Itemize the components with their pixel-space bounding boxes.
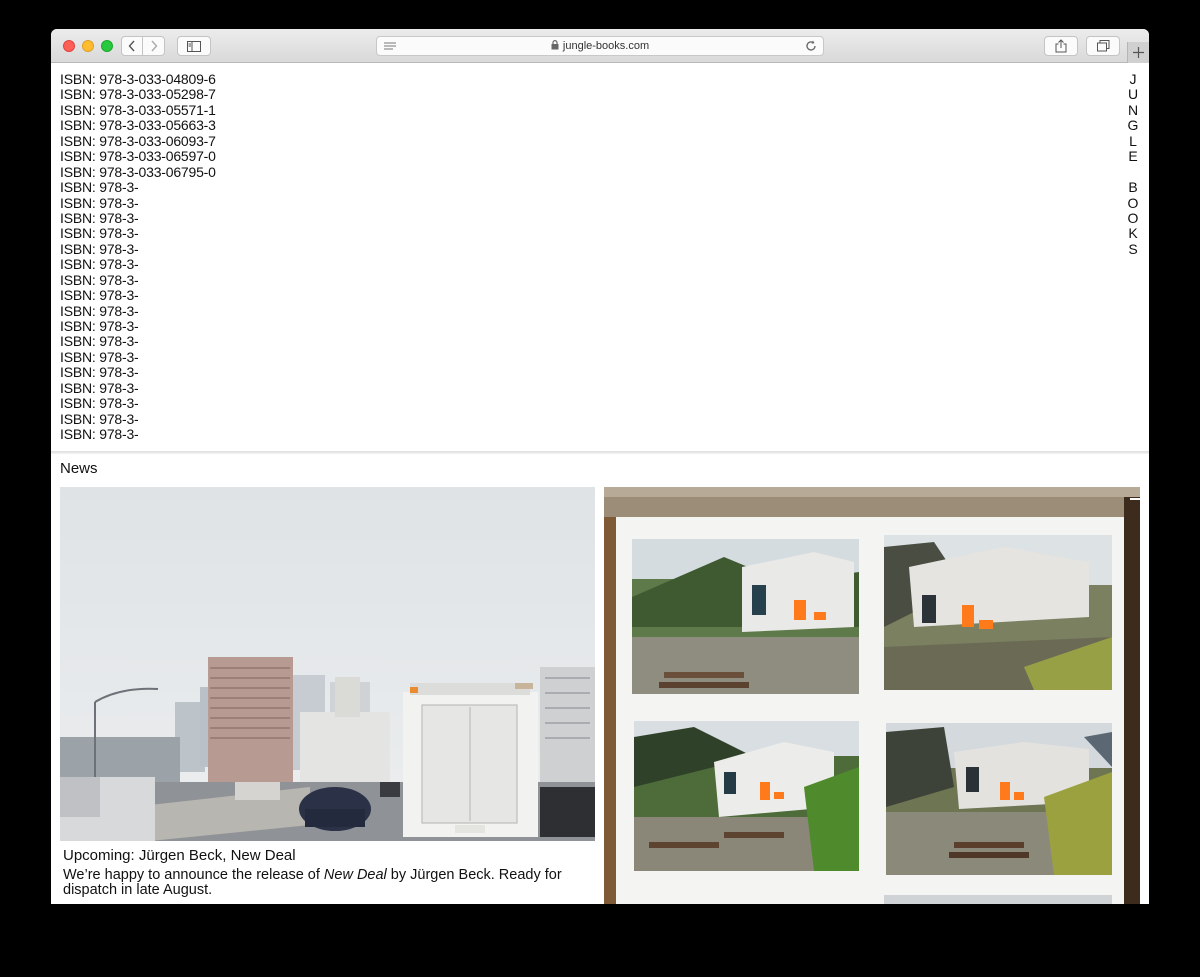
forward-button[interactable] bbox=[143, 36, 165, 56]
share-icon bbox=[1055, 39, 1067, 53]
logo-letter: G bbox=[1127, 117, 1139, 134]
news-item-title[interactable]: Upcoming: Jürgen Beck, New Deal bbox=[63, 847, 296, 864]
logo-letter: E bbox=[1128, 148, 1138, 165]
isbn-item[interactable]: ISBN: 978-3- bbox=[60, 241, 216, 257]
news-item-body: We’re happy to announce the release of N… bbox=[63, 868, 583, 898]
isbn-item[interactable]: ISBN: 978-3- bbox=[60, 272, 216, 288]
new-tab-button[interactable] bbox=[1127, 42, 1149, 63]
logo-letter: L bbox=[1129, 132, 1137, 149]
tabs-overview-button[interactable] bbox=[1086, 36, 1120, 56]
isbn-item[interactable]: ISBN: 978-3-033-05571-1 bbox=[60, 102, 216, 118]
isbn-item[interactable]: ISBN: 978-3- bbox=[60, 195, 216, 211]
isbn-item[interactable]: ISBN: 978-3- bbox=[60, 395, 216, 411]
isbn-item[interactable]: ISBN: 978-3- bbox=[60, 210, 216, 226]
browser-window: jungle-books.com ISBN: 978-3-033-04809-6… bbox=[51, 29, 1149, 904]
isbn-item[interactable]: ISBN: 978-3- bbox=[60, 179, 216, 195]
news-body-book-title: New Deal bbox=[323, 867, 387, 883]
isbn-item[interactable]: ISBN: 978-3- bbox=[60, 333, 216, 349]
building-photo-4 bbox=[886, 723, 1112, 875]
logo-letter: O bbox=[1127, 209, 1139, 226]
logo-letter: B bbox=[1128, 179, 1138, 196]
isbn-list: ISBN: 978-3-033-04809-6 ISBN: 978-3-033-0… bbox=[60, 71, 216, 443]
photo-board bbox=[604, 487, 1140, 904]
share-button[interactable] bbox=[1044, 36, 1078, 56]
logo-letter bbox=[1127, 165, 1139, 180]
plus-icon bbox=[1133, 47, 1144, 58]
sidebar-button[interactable] bbox=[177, 36, 211, 56]
news-body-part-1: We’re happy to announce the release of bbox=[63, 867, 324, 883]
isbn-item[interactable]: ISBN: 978-3- bbox=[60, 380, 216, 396]
isbn-item[interactable]: ISBN: 978-3- bbox=[60, 287, 216, 303]
isbn-item[interactable]: ISBN: 978-3- bbox=[60, 256, 216, 272]
isbn-item[interactable]: ISBN: 978-3- bbox=[60, 426, 216, 442]
minimize-window-button[interactable] bbox=[82, 40, 94, 52]
logo-letter: K bbox=[1128, 225, 1138, 242]
isbn-item[interactable]: ISBN: 978-3- bbox=[60, 364, 216, 380]
isbn-item[interactable]: ISBN: 978-3-033-05298-7 bbox=[60, 86, 216, 102]
logo-letter: N bbox=[1127, 101, 1139, 118]
url-text: jungle-books.com bbox=[562, 40, 650, 52]
section-divider bbox=[51, 451, 1149, 454]
chevron-left-icon bbox=[128, 40, 135, 52]
building-photo-2 bbox=[884, 535, 1112, 690]
logo-letter: S bbox=[1128, 240, 1138, 257]
news-heading: News bbox=[60, 460, 98, 477]
zoom-window-button[interactable] bbox=[101, 40, 113, 52]
isbn-item[interactable]: ISBN: 978-3-033-04809-6 bbox=[60, 71, 216, 87]
back-button[interactable] bbox=[121, 36, 143, 56]
isbn-item[interactable]: ISBN: 978-3-033-05663-3 bbox=[60, 117, 216, 133]
jungle-books-logo[interactable]: JUNGLE BOOKS bbox=[1127, 71, 1139, 257]
sidebar-icon bbox=[187, 40, 201, 52]
address-bar[interactable]: jungle-books.com bbox=[376, 36, 824, 56]
isbn-item[interactable]: ISBN: 978-3-033-06795-0 bbox=[60, 164, 216, 180]
news-image-highway[interactable] bbox=[60, 487, 595, 841]
chevron-right-icon bbox=[150, 40, 157, 52]
close-window-button[interactable] bbox=[63, 40, 75, 52]
isbn-item[interactable]: ISBN: 978-3- bbox=[60, 411, 216, 427]
browser-toolbar: jungle-books.com bbox=[51, 29, 1149, 63]
isbn-item[interactable]: ISBN: 978-3-033-06597-0 bbox=[60, 148, 216, 164]
highway-photo bbox=[60, 487, 595, 841]
tabs-icon bbox=[1096, 40, 1109, 52]
building-photo-1 bbox=[632, 539, 859, 694]
page-content: ISBN: 978-3-033-04809-6 ISBN: 978-3-033-0… bbox=[51, 63, 1149, 904]
logo-letter: J bbox=[1129, 71, 1137, 87]
isbn-item[interactable]: ISBN: 978-3- bbox=[60, 225, 216, 241]
address-url: jungle-books.com bbox=[377, 40, 823, 52]
building-photo-3 bbox=[634, 721, 859, 871]
logo-letter: O bbox=[1127, 194, 1139, 211]
news-image-photo-board[interactable] bbox=[604, 487, 1140, 904]
isbn-item[interactable]: ISBN: 978-3- bbox=[60, 349, 216, 365]
isbn-item[interactable]: ISBN: 978-3- bbox=[60, 318, 216, 334]
reload-icon[interactable] bbox=[805, 40, 817, 52]
isbn-item[interactable]: ISBN: 978-3-033-06093-7 bbox=[60, 133, 216, 149]
logo-letter: U bbox=[1127, 86, 1139, 103]
isbn-item[interactable]: ISBN: 978-3- bbox=[60, 303, 216, 319]
lock-icon bbox=[551, 40, 559, 50]
